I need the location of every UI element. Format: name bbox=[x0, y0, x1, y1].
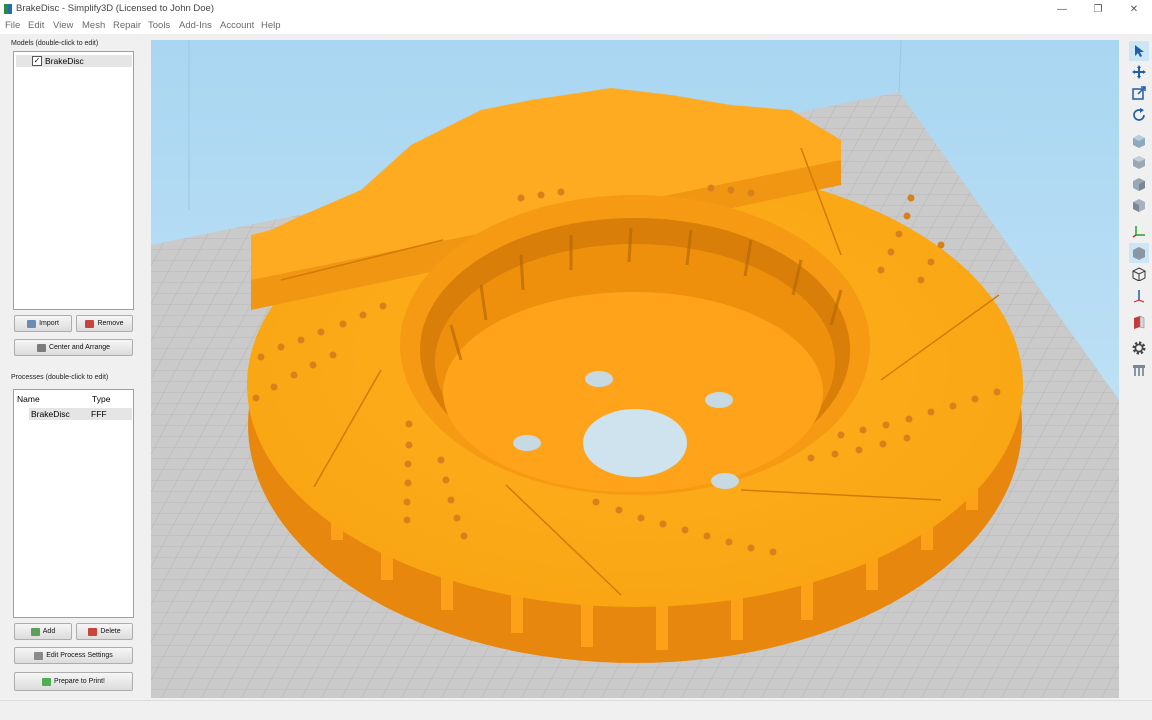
menu-edit[interactable]: Edit bbox=[28, 20, 44, 31]
import-label: Import bbox=[39, 320, 59, 327]
status-bar bbox=[0, 700, 1152, 720]
view-isometric-button[interactable] bbox=[1129, 131, 1149, 151]
app-logo-icon bbox=[4, 4, 12, 14]
solid-view-icon bbox=[1133, 247, 1145, 260]
remove-label: Remove bbox=[97, 320, 124, 327]
menu-file[interactable]: File bbox=[5, 20, 20, 31]
prepare-to-print-button[interactable]: Prepare to Print! bbox=[14, 672, 133, 691]
add-icon bbox=[30, 627, 40, 636]
center-and-arrange-button[interactable]: Center and Arrange bbox=[14, 339, 133, 356]
menu-repair[interactable]: Repair bbox=[113, 20, 141, 31]
edit-settings-label: Edit Process Settings bbox=[46, 652, 113, 659]
model-item-label: BrakeDisc bbox=[45, 56, 84, 66]
title-bar: BrakeDisc - Simplify3D (Licensed to John… bbox=[0, 0, 1152, 18]
import-button[interactable]: Import bbox=[14, 315, 72, 332]
menu-view[interactable]: View bbox=[53, 20, 73, 31]
cross-section-icon bbox=[1134, 315, 1145, 329]
process-name-cell: BrakeDisc bbox=[31, 409, 70, 419]
delete-label: Delete bbox=[100, 628, 121, 635]
prepare-print-icon bbox=[42, 677, 52, 686]
scale-tool-button[interactable] bbox=[1129, 83, 1149, 103]
remove-button[interactable]: Remove bbox=[76, 315, 133, 332]
column-header-type[interactable]: Type bbox=[92, 394, 110, 404]
processes-list[interactable]: Name Type BrakeDisc FFF bbox=[13, 389, 134, 618]
axis-z-button[interactable] bbox=[1129, 286, 1149, 306]
add-label: Add bbox=[42, 628, 56, 635]
maximize-button[interactable]: ❐ bbox=[1080, 0, 1116, 18]
center-arrange-icon bbox=[36, 343, 46, 352]
rotate-tool-icon bbox=[1133, 108, 1145, 121]
view-isometric-icon bbox=[1133, 135, 1145, 148]
3d-viewport[interactable] bbox=[151, 40, 1119, 698]
edit-process-settings-button[interactable]: Edit Process Settings bbox=[14, 647, 133, 664]
window-title: BrakeDisc - Simplify3D (Licensed to John… bbox=[16, 3, 214, 14]
processes-caption: Processes (double-click to edit) bbox=[11, 374, 109, 381]
view-side-icon bbox=[1133, 199, 1145, 212]
supports-button[interactable] bbox=[1129, 360, 1149, 380]
minimize-icon: — bbox=[1057, 3, 1067, 15]
menu-account[interactable]: Account bbox=[220, 20, 254, 31]
import-icon bbox=[27, 319, 37, 328]
select-tool-button[interactable] bbox=[1129, 41, 1149, 61]
axes-toggle-button[interactable] bbox=[1129, 221, 1149, 241]
delete-process-button[interactable]: Delete bbox=[76, 623, 133, 640]
settings-button[interactable] bbox=[1129, 338, 1149, 358]
supports-icon bbox=[1133, 365, 1145, 376]
settings-gear-icon bbox=[1132, 341, 1146, 355]
scale-tool-icon bbox=[1132, 86, 1146, 100]
menu-bar: File Edit View Mesh Repair Tools Add-Ins… bbox=[0, 18, 1152, 34]
close-icon: ✕ bbox=[1129, 3, 1139, 15]
center-bore bbox=[583, 409, 687, 477]
minimize-button[interactable]: — bbox=[1044, 0, 1080, 18]
model-item-brakedisc[interactable]: ✓ BrakeDisc bbox=[16, 55, 132, 67]
models-list[interactable]: ✓ BrakeDisc bbox=[13, 51, 134, 310]
move-tool-button[interactable] bbox=[1129, 62, 1149, 82]
wireframe-view-button[interactable] bbox=[1129, 264, 1149, 284]
menu-help[interactable]: Help bbox=[261, 20, 281, 31]
menu-tools[interactable]: Tools bbox=[148, 20, 170, 31]
column-header-name[interactable]: Name bbox=[17, 394, 40, 404]
edit-settings-icon bbox=[34, 651, 44, 660]
view-top-icon bbox=[1133, 178, 1145, 191]
process-row[interactable]: BrakeDisc FFF bbox=[29, 408, 132, 420]
menu-add-ins[interactable]: Add-Ins bbox=[179, 20, 212, 31]
build-scene bbox=[151, 40, 1119, 698]
view-front-button[interactable] bbox=[1129, 152, 1149, 172]
menu-mesh[interactable]: Mesh bbox=[82, 20, 105, 31]
process-type-cell: FFF bbox=[91, 409, 107, 419]
model-visibility-checkbox[interactable]: ✓ bbox=[32, 56, 42, 66]
axis-z-icon bbox=[1133, 290, 1145, 303]
rotate-tool-button[interactable] bbox=[1129, 105, 1149, 125]
view-toolbar bbox=[1126, 40, 1152, 385]
restore-icon: ❐ bbox=[1093, 3, 1103, 15]
models-caption: Models (double-click to edit) bbox=[11, 40, 99, 47]
move-tool-icon bbox=[1132, 65, 1146, 79]
view-front-icon bbox=[1133, 156, 1145, 169]
left-panel: Models (double-click to edit) ✓ BrakeDis… bbox=[0, 34, 146, 700]
view-top-button[interactable] bbox=[1129, 174, 1149, 194]
delete-icon bbox=[88, 627, 98, 636]
axes-icon bbox=[1132, 226, 1145, 238]
add-process-button[interactable]: Add bbox=[14, 623, 72, 640]
view-side-button[interactable] bbox=[1129, 195, 1149, 215]
remove-icon bbox=[85, 319, 95, 328]
solid-view-button[interactable] bbox=[1129, 243, 1149, 263]
center-arrange-label: Center and Arrange bbox=[48, 344, 111, 351]
select-tool-icon bbox=[1135, 45, 1144, 57]
wireframe-view-icon bbox=[1132, 267, 1146, 281]
close-button[interactable]: ✕ bbox=[1116, 0, 1152, 18]
cross-section-button[interactable] bbox=[1129, 312, 1149, 332]
prepare-print-label: Prepare to Print! bbox=[54, 678, 105, 685]
